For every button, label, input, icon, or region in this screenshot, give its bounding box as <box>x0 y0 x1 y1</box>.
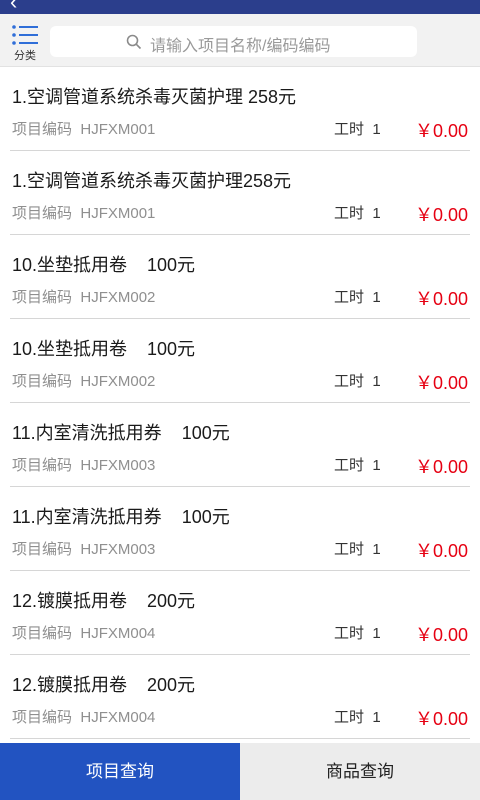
tab-project-query[interactable]: 项目查询 <box>0 743 240 800</box>
item-code: 项目编码 HJFXM004 <box>12 622 155 643</box>
item-hours-label: 工时 <box>334 457 365 474</box>
item-code-value: HJFXM003 <box>80 541 156 558</box>
item-hours: 工时 1 <box>334 202 381 223</box>
item-hours: 工时 1 <box>334 706 381 727</box>
item-price: ￥0.00 <box>414 373 468 393</box>
item-code-value: HJFXM002 <box>80 289 156 306</box>
item-hours-value: 1 <box>372 121 381 138</box>
list-item[interactable]: 12.镀膜抵用卷 200元 项目编码 HJFXM004 工时 1 ￥0.00 <box>0 655 480 739</box>
item-code-value: HJFXM002 <box>80 373 156 390</box>
item-hours: 工时 1 <box>334 286 381 307</box>
divider <box>10 738 470 739</box>
item-code: 项目编码 HJFXM001 <box>12 118 155 139</box>
list-item[interactable]: 10.坐垫抵用卷 100元 项目编码 HJFXM002 工时 1 ￥0.00 <box>0 235 480 319</box>
item-code-label: 项目编码 <box>12 457 73 474</box>
item-code: 项目编码 HJFXM004 <box>12 706 155 727</box>
item-hours-label: 工时 <box>334 373 365 390</box>
category-button[interactable]: 分类 <box>8 24 42 63</box>
item-hours-label: 工时 <box>334 289 365 306</box>
item-code: 项目编码 HJFXM003 <box>12 538 155 559</box>
item-price: ￥0.00 <box>414 541 468 561</box>
category-label: 分类 <box>14 50 36 62</box>
item-code-label: 项目编码 <box>12 541 73 558</box>
item-code-label: 项目编码 <box>12 205 73 222</box>
item-code-label: 项目编码 <box>12 289 73 306</box>
item-hours: 工时 1 <box>334 118 381 139</box>
list-item[interactable]: 10.坐垫抵用卷 100元 项目编码 HJFXM002 工时 1 ￥0.00 <box>0 319 480 403</box>
item-code: 项目编码 HJFXM003 <box>12 454 155 475</box>
list-item[interactable]: 1.空调管道系统杀毒灭菌护理258元 项目编码 HJFXM001 工时 1 ￥0… <box>0 151 480 235</box>
item-code: 项目编码 HJFXM001 <box>12 202 155 223</box>
item-code: 项目编码 HJFXM002 <box>12 286 155 307</box>
item-title: 11.内室清洗抵用券 100元 <box>12 507 230 527</box>
item-hours-value: 1 <box>372 373 381 390</box>
tab-product-query[interactable]: 商品查询 <box>240 743 480 800</box>
item-hours-value: 1 <box>372 541 381 558</box>
item-hours-label: 工时 <box>334 625 365 642</box>
search-input[interactable]: 请输入项目名称/编码编码 <box>50 26 417 57</box>
search-icon <box>126 34 142 50</box>
back-icon[interactable]: ‹ <box>10 0 17 13</box>
bottom-tab-bar: 项目查询 商品查询 <box>0 743 480 800</box>
item-code-value: HJFXM001 <box>80 121 156 138</box>
item-hours-label: 工时 <box>334 541 365 558</box>
item-code-label: 项目编码 <box>12 625 73 642</box>
search-placeholder: 请输入项目名称/编码编码 <box>150 38 331 55</box>
list-item[interactable]: 1.空调管道系统杀毒灭菌护理 258元 项目编码 HJFXM001 工时 1 ￥… <box>0 67 480 151</box>
item-code: 项目编码 HJFXM002 <box>12 370 155 391</box>
item-price: ￥0.00 <box>414 625 468 645</box>
list-item[interactable]: 11.内室清洗抵用券 100元 项目编码 HJFXM003 工时 1 ￥0.00 <box>0 487 480 571</box>
item-price: ￥0.00 <box>414 709 468 729</box>
item-code-label: 项目编码 <box>12 373 73 390</box>
item-hours-label: 工时 <box>334 205 365 222</box>
item-hours-value: 1 <box>372 205 381 222</box>
item-title: 1.空调管道系统杀毒灭菌护理258元 <box>12 171 292 191</box>
item-hours: 工时 1 <box>334 622 381 643</box>
item-code-value: HJFXM001 <box>80 205 156 222</box>
item-title: 12.镀膜抵用卷 200元 <box>12 675 196 695</box>
item-title: 11.内室清洗抵用券 100元 <box>12 423 230 443</box>
list-item[interactable]: 12.镀膜抵用卷 200元 项目编码 HJFXM004 工时 1 ￥0.00 <box>0 571 480 655</box>
list-icon <box>12 25 38 45</box>
item-code-label: 项目编码 <box>12 121 73 138</box>
item-hours: 工时 1 <box>334 370 381 391</box>
item-hours-value: 1 <box>372 625 381 642</box>
item-price: ￥0.00 <box>414 457 468 477</box>
item-code-value: HJFXM004 <box>80 625 156 642</box>
item-title: 10.坐垫抵用卷 100元 <box>12 255 196 275</box>
list-item[interactable]: 11.内室清洗抵用券 100元 项目编码 HJFXM003 工时 1 ￥0.00 <box>0 403 480 487</box>
item-price: ￥0.00 <box>414 289 468 309</box>
item-price: ￥0.00 <box>414 121 468 141</box>
item-title: 12.镀膜抵用卷 200元 <box>12 591 196 611</box>
item-price: ￥0.00 <box>414 205 468 225</box>
item-hours-label: 工时 <box>334 121 365 138</box>
search-row: 分类 请输入项目名称/编码编码 <box>0 14 480 67</box>
item-code-value: HJFXM004 <box>80 709 156 726</box>
item-hours: 工时 1 <box>334 454 381 475</box>
header-bar: ‹ <box>0 0 480 14</box>
item-code-value: HJFXM003 <box>80 457 156 474</box>
item-code-label: 项目编码 <box>12 709 73 726</box>
project-list: 1.空调管道系统杀毒灭菌护理 258元 项目编码 HJFXM001 工时 1 ￥… <box>0 67 480 739</box>
item-hours-label: 工时 <box>334 709 365 726</box>
item-title: 10.坐垫抵用卷 100元 <box>12 339 196 359</box>
item-hours-value: 1 <box>372 289 381 306</box>
item-title: 1.空调管道系统杀毒灭菌护理 258元 <box>12 87 297 107</box>
item-hours-value: 1 <box>372 457 381 474</box>
item-hours-value: 1 <box>372 709 381 726</box>
item-hours: 工时 1 <box>334 538 381 559</box>
